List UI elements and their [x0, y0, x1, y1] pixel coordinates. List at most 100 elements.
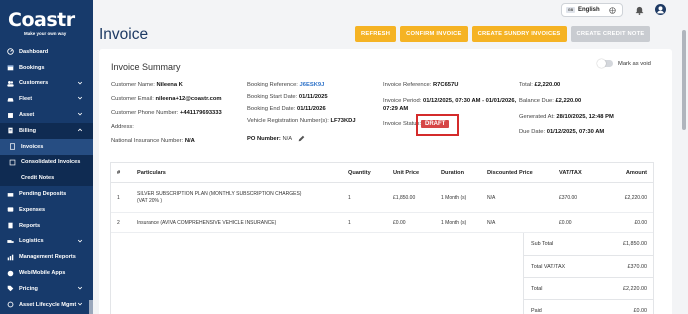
- billing-submenu: Invoices Consolidated Invoices Credit No…: [0, 138, 93, 187]
- booking-reference-link[interactable]: J6ESK9J: [300, 82, 325, 88]
- sidebar-item-label: Expenses: [19, 206, 46, 213]
- sidebar-item-fleet[interactable]: Fleet: [0, 91, 93, 107]
- sidebar-item-dashboard[interactable]: Dashboard: [0, 44, 93, 60]
- refresh-button[interactable]: REFRESH: [355, 26, 397, 42]
- chevron-down-icon[interactable]: [77, 301, 83, 307]
- sidebar-item-reports[interactable]: Reports: [0, 218, 93, 234]
- sidebar-item-credit-notes[interactable]: Credit Notes: [0, 170, 93, 186]
- brand-name: Coastr: [8, 9, 75, 31]
- confirm-invoice-button[interactable]: CONFIRM INVOICE: [400, 26, 468, 42]
- toggle-knob: [597, 59, 606, 68]
- bell-icon[interactable]: [635, 5, 644, 15]
- sidebar-item-asset[interactable]: Asset: [0, 107, 93, 123]
- sidebar-item-invoices[interactable]: Invoices: [0, 138, 93, 155]
- status-highlight-box: [416, 114, 459, 136]
- label: Customer Name:: [111, 82, 155, 88]
- car-icon: [6, 95, 14, 103]
- coastr-logo[interactable]: Coastr Make your own way: [8, 9, 88, 37]
- grand-total-label: Total: [531, 285, 543, 292]
- chevron-down-icon[interactable]: [77, 80, 83, 86]
- label: National Insurance Number:: [111, 138, 184, 144]
- toggle-track[interactable]: [597, 59, 613, 68]
- due-date-value: 01/12/2025, 07:30 AM: [546, 129, 605, 135]
- sidebar-item-label: Consolidated Invoices: [21, 159, 81, 166]
- sidebar-item-pricing[interactable]: Pricing: [0, 281, 93, 297]
- sidebar-item-label: Billing: [19, 127, 37, 134]
- main-scrollbar[interactable]: [682, 30, 686, 130]
- sidebar-item-customers[interactable]: Customers: [0, 76, 93, 92]
- chevron-down-icon[interactable]: [77, 111, 83, 117]
- sidebar-item-management-reports[interactable]: Management Reports: [0, 249, 93, 265]
- chevron-up-icon[interactable]: [77, 127, 83, 133]
- label: Customer Phone Number:: [111, 110, 179, 116]
- sidebar-item-asset-lifecycle[interactable]: Asset Lifecycle Mgmt: [0, 297, 93, 313]
- invoice-reference-field: Invoice Reference: R7C657U: [383, 82, 458, 88]
- invoice-summary-card: Invoice Summary Mark as void Customer Na…: [99, 49, 672, 314]
- customer-name-value: Nileena K: [156, 82, 183, 88]
- sidebar-nav: Dashboard Bookings Customers Fleet Asset…: [0, 44, 93, 313]
- grand-total-value: £2,220.00: [623, 285, 647, 292]
- sidebar-item-consolidated-invoices[interactable]: Consolidated Invoices: [0, 155, 93, 171]
- sidebar-item-web-mobile-apps[interactable]: Web/Mobile Apps: [0, 265, 93, 281]
- chevron-down-icon[interactable]: [77, 238, 83, 244]
- lifecycle-icon: [6, 301, 14, 309]
- sidebar-item-billing[interactable]: Billing: [0, 122, 93, 139]
- address-field: Address:: [111, 124, 134, 130]
- invoice-period-continued: 07:29 AM: [383, 106, 408, 112]
- subtotal-value: £1,850.00: [623, 241, 647, 247]
- credit-note-icon: [8, 174, 16, 182]
- create-credit-note-button[interactable]: CREATE CREDIT NOTE: [570, 26, 651, 42]
- billing-icon: [6, 127, 14, 135]
- invoice-period-value: 01/12/2025, 07:30 AM - 01/01/2026,: [422, 98, 517, 104]
- label: Total:: [519, 82, 533, 88]
- total-vat-value: £370.00: [627, 263, 648, 270]
- card-title: Invoice Summary: [111, 62, 181, 72]
- label: Due Date:: [519, 129, 546, 135]
- create-sundry-invoices-button[interactable]: CREATE SUNDRY INVOICES: [471, 26, 567, 42]
- due-date-field: Due Date: 01/12/2025, 07:30 AM: [519, 129, 604, 135]
- flag-icon: GB: [566, 7, 575, 13]
- sidebar-item-label: Web/Mobile Apps: [19, 270, 66, 277]
- user-account-icon[interactable]: [655, 4, 666, 15]
- sidebar-item-label: Credit Notes: [21, 175, 55, 182]
- page-title: Invoice: [99, 26, 149, 43]
- sidebar-scrollbar[interactable]: [89, 300, 93, 314]
- box-icon: [6, 111, 14, 119]
- cell-vat: £370.00: [559, 194, 578, 201]
- mark-as-void-toggle[interactable]: Mark as void: [597, 59, 651, 68]
- cell-unit-price: £0.00: [393, 219, 406, 226]
- edit-pencil-icon[interactable]: [298, 135, 305, 142]
- col-vat: VAT/TAX: [559, 169, 582, 176]
- total-vat-label: Total VAT/TAX: [531, 263, 566, 270]
- balance-due-field: Balance Due: £2,220.00: [519, 98, 581, 104]
- label: Customer Email:: [111, 96, 154, 102]
- customer-phone-value: +441179693333: [179, 110, 222, 116]
- mark-as-void-label: Mark as void: [618, 60, 651, 67]
- chevron-down-icon[interactable]: [77, 95, 83, 101]
- language-label: English: [578, 7, 600, 13]
- sidebar-item-bookings[interactable]: Bookings: [0, 60, 93, 76]
- booking-start-field: Booking Start Date: 01/11/2025: [247, 94, 328, 100]
- sidebar-item-logistics[interactable]: Logistics: [0, 234, 93, 250]
- table-header: # Particulars Quantity Unit Price Durati…: [111, 163, 653, 183]
- total-field: Total: £2,220.00: [519, 82, 560, 88]
- invoice-line-items-table: # Particulars Quantity Unit Price Durati…: [110, 162, 654, 314]
- cell-quantity: 1: [348, 219, 351, 226]
- sidebar-item-expenses[interactable]: Expenses: [0, 202, 93, 218]
- cell-discounted-price: N/A: [487, 219, 496, 226]
- tag-icon: [6, 285, 14, 293]
- chevron-down-icon[interactable]: [77, 285, 83, 291]
- action-buttons: REFRESH CONFIRM INVOICE CREATE SUNDRY IN…: [355, 26, 651, 42]
- ni-field: National Insurance Number: N/A: [111, 138, 195, 144]
- cell-number: 1: [117, 194, 120, 201]
- globe-icon: [6, 269, 14, 277]
- col-discounted-price: Discounted Price: [487, 169, 533, 176]
- sidebar-item-label: Invoices: [21, 143, 44, 150]
- label: Invoice Period:: [383, 98, 422, 104]
- language-selector[interactable]: GB English: [561, 3, 623, 17]
- cell-number: 2: [117, 219, 120, 226]
- chart-icon: [6, 253, 14, 261]
- sidebar-item-pending-deposits[interactable]: Pending Deposits: [0, 186, 93, 202]
- grand-total-row: Total £2,220.00: [523, 277, 653, 299]
- subtotal-row: Sub Total £1,850.00: [523, 233, 653, 255]
